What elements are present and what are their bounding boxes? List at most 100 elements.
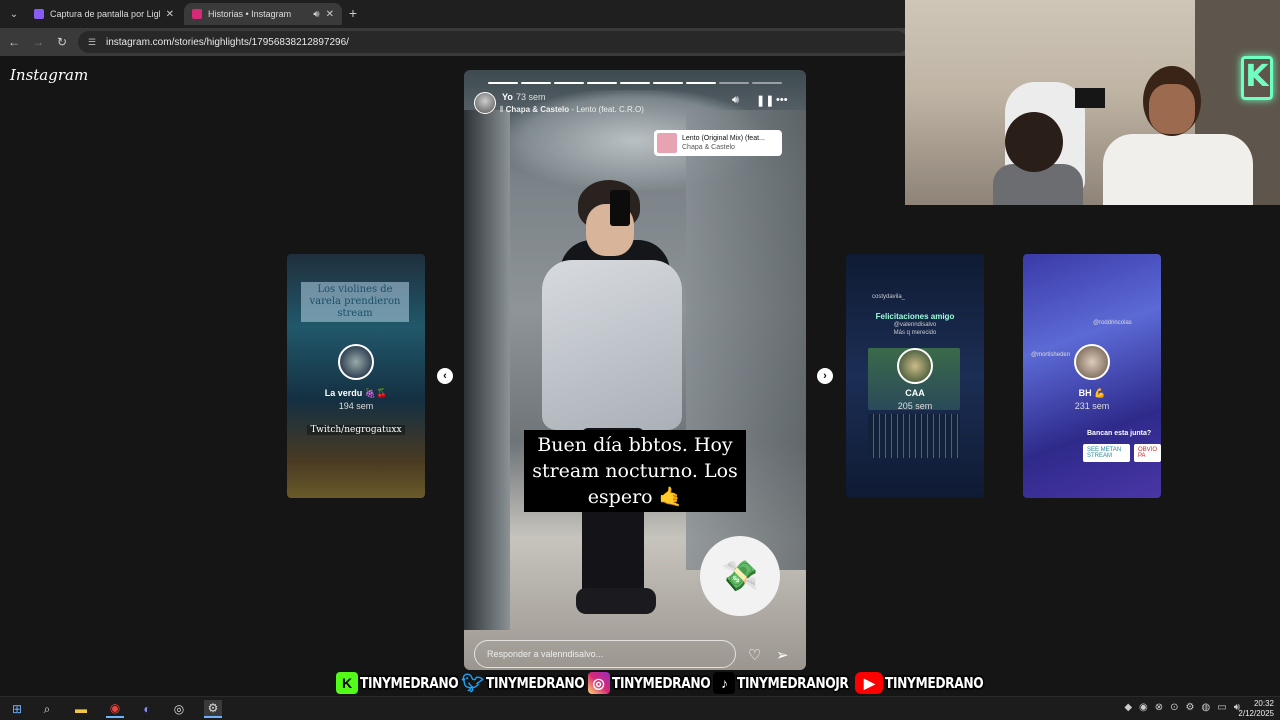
story-user-avatar[interactable] (474, 92, 496, 114)
sticker-song: Lento (Original Mix) (feat... (682, 135, 765, 142)
like-heart-icon[interactable]: ♡ (748, 646, 761, 664)
sticker-artist: Chapa & Castelo (682, 144, 735, 151)
progress-segment (752, 82, 782, 84)
story-avatar (338, 344, 374, 380)
tiktok-logo-icon: ♪ (713, 672, 736, 694)
story-preview-la-verdu[interactable]: Los violines de varela prendieron stream… (287, 254, 425, 498)
more-options-icon[interactable]: ••• (776, 94, 788, 106)
story-photo-person (542, 180, 682, 650)
instagram-logo-icon: ◎ (587, 672, 610, 694)
story-preview-note: Más q merecido (893, 330, 937, 336)
tab-lightshot[interactable]: Captura de pantalla por Lightsh ✕ (26, 3, 182, 25)
app-icon[interactable]: ◐ (138, 700, 156, 718)
lightshot-favicon-icon (34, 9, 44, 19)
story-preview-age: 205 sem (897, 401, 933, 411)
mute-speaker-icon[interactable]: 🔊︎ (732, 94, 739, 107)
story-preview-name: BH 💪 (1078, 388, 1106, 398)
kick-logo-icon: K (336, 672, 358, 694)
taskbar-clock[interactable]: 20:32 2/12/2025 (1238, 699, 1274, 719)
reply-input[interactable]: Responder a valenndisalvo... (474, 640, 736, 668)
kick-handle: K TINYMEDRANO (336, 672, 459, 694)
poll-options: SEE METAN STREAM OBVIO PA (1083, 444, 1161, 462)
forward-arrow-icon[interactable]: → (30, 34, 46, 50)
system-tray: ◆ ◉ ⊗ ⊙ ⚙ ◍ ▭ 🔊︎ (1124, 702, 1240, 713)
instagram-handle: ◎ TINYMEDRANO (587, 672, 711, 694)
reload-icon[interactable]: ↻ (54, 34, 70, 50)
story-preview-tag: @roddrincolas (1093, 320, 1132, 326)
new-tab-plus-icon[interactable]: + (346, 5, 360, 21)
steam-tray-icon[interactable]: ⚙ (1186, 702, 1195, 713)
story-preview-keyboard (868, 414, 960, 458)
tiktok-handle: ♪ TINYMEDRANOJR (713, 672, 851, 694)
instagram-handle-text: TINYMEDRANO (611, 674, 711, 692)
tray-app-icon[interactable]: ◆ (1124, 702, 1132, 713)
story-preview-age: 194 sem (338, 401, 374, 411)
close-tab-icon[interactable]: ✕ (166, 9, 174, 20)
search-icon[interactable]: ⌕ (38, 700, 56, 718)
clock-time: 20:32 (1253, 699, 1274, 708)
file-explorer-icon[interactable]: ▬ (72, 700, 90, 718)
story-username[interactable]: Yo (502, 92, 513, 102)
progress-segment (719, 82, 749, 84)
story-header: Yo 73 sem ⫴ Chapa & Castelo - Lento (fea… (474, 92, 796, 118)
story-preview-text: Los violines de varela prendieron stream (301, 282, 409, 322)
instagram-favicon-icon (192, 9, 202, 19)
progress-segment (653, 82, 683, 84)
close-tab-icon[interactable]: ✕ (326, 9, 334, 20)
address-bar[interactable]: ☰ instagram.com/stories/highlights/17956… (78, 31, 908, 53)
steam-icon[interactable]: ⚙ (204, 700, 222, 718)
back-arrow-icon[interactable]: ← (6, 34, 22, 50)
pause-icon[interactable]: ❚❚ (756, 94, 774, 107)
social-handles-banner: K TINYMEDRANO 🐦︎ TINYMEDRANO ◎ TINYMEDRA… (336, 669, 984, 697)
kick-neon-logo-icon: K (1241, 56, 1273, 100)
windows-taskbar: ⊞ ⌕ ▬ ◉ ◐ ◎ ⚙ ◆ ◉ ⊗ ⊙ ⚙ ◍ ▭ 🔊︎ 20:32 2/1… (0, 696, 1280, 720)
tab-search-chevron-icon[interactable]: ⌄ (4, 4, 24, 24)
tiktok-handle-text: TINYMEDRANOJR (737, 674, 849, 692)
youtube-handle: ▶ TINYMEDRANO (855, 672, 984, 694)
progress-segment (554, 82, 584, 84)
tray-app-icon[interactable]: ⊙ (1170, 702, 1178, 713)
story-preview-subtext: Twitch/negrogatuxx (307, 425, 405, 435)
story-preview-handle: @valenndisalvo (893, 322, 937, 328)
webcam-person-left (993, 112, 1083, 205)
progress-segment (620, 82, 650, 84)
story-preview-bh[interactable]: @roddrincolas @mortisheden BH 💪 231 sem … (1023, 254, 1161, 498)
progress-segment (488, 82, 518, 84)
story-preview-age: 231 sem (1074, 401, 1110, 411)
instagram-logo[interactable]: Instagram (10, 66, 88, 84)
network-icon[interactable]: ▭ (1217, 702, 1226, 713)
tab-title: Historias • Instagram (208, 9, 292, 19)
story-preview-name: CAA (905, 388, 925, 398)
story-preview-question: Bancan esta junta? (1087, 430, 1152, 437)
progress-segment (587, 82, 617, 84)
story-preview-caa[interactable]: costydavila_ Felicitaciones amigo @valen… (846, 254, 984, 498)
story-preview-name: La verdu 🍇🍒 (324, 388, 388, 398)
windows-start-icon[interactable]: ⊞ (8, 700, 26, 718)
chrome-icon[interactable]: ◉ (106, 700, 124, 718)
tray-app-icon[interactable]: ⊗ (1155, 702, 1163, 713)
speaker-icon[interactable]: 🔊︎ (313, 9, 319, 20)
site-settings-icon[interactable]: ☰ (88, 37, 98, 47)
tab-instagram[interactable]: Historias • Instagram 🔊︎ ✕ (184, 3, 342, 25)
story-music-line[interactable]: ⫴ Chapa & Castelo - Lento (feat. C.R.O) (500, 105, 644, 115)
music-sticker[interactable]: Lento (Original Mix) (feat... Chapa & Ca… (654, 130, 782, 156)
twitter-handle-text: TINYMEDRANO (485, 674, 585, 692)
webcam-overlay: K (905, 0, 1280, 205)
next-story-arrow-icon[interactable]: › (817, 368, 833, 384)
obs-icon[interactable]: ◎ (170, 700, 188, 718)
previous-story-arrow-icon[interactable]: ‹ (437, 368, 453, 384)
youtube-logo-icon: ▶ (855, 672, 884, 694)
story-caption: Buen día bbtos. Hoy stream nocturno. Los… (524, 430, 746, 512)
music-track: - Lento (feat. C.R.O) (569, 105, 644, 114)
story-preview-poster: costydavila_ (872, 294, 906, 300)
tray-app-icon[interactable]: ◉ (1139, 702, 1148, 713)
story-photo-phone (610, 190, 630, 226)
active-story[interactable]: Yo 73 sem ⫴ Chapa & Castelo - Lento (fea… (464, 70, 806, 670)
webcam-person-right (1103, 66, 1253, 205)
progress-segment (686, 82, 716, 84)
poll-option: SEE METAN STREAM (1083, 444, 1130, 462)
music-artist: Chapa & Castelo (505, 105, 570, 114)
send-icon[interactable]: ➢ (776, 646, 789, 664)
album-cover-icon (657, 133, 677, 153)
tray-app-icon[interactable]: ◍ (1202, 702, 1211, 713)
